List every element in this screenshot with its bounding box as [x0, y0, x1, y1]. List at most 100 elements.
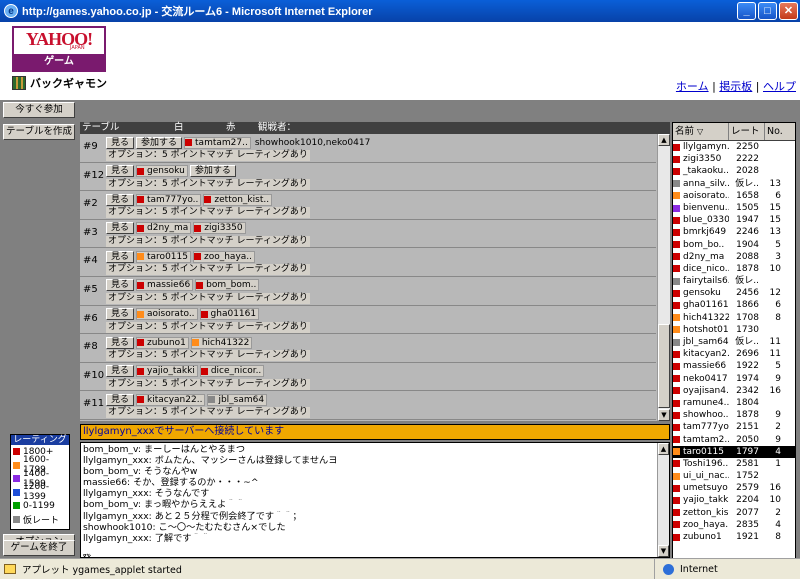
- white-player-slot[interactable]: zubuno1: [136, 336, 189, 349]
- maximize-icon[interactable]: □: [758, 2, 777, 20]
- white-player-slot[interactable]: massie66: [136, 279, 194, 292]
- player-table-no: [765, 153, 781, 165]
- red-player-slot[interactable]: zigi3350: [193, 222, 246, 235]
- quit-game-button[interactable]: ゲームを終了: [3, 540, 75, 556]
- watch-button[interactable]: 見る: [106, 308, 135, 321]
- player-row[interactable]: yajio_takki 2204 10: [673, 494, 795, 506]
- player-row[interactable]: Toshi196.. 2581 1: [673, 458, 795, 470]
- watch-button[interactable]: 見る: [106, 222, 135, 235]
- rating-swatch-icon: [137, 224, 145, 232]
- link-board[interactable]: 掲示板: [719, 80, 752, 93]
- player-row[interactable]: jbl_sam64 仮レ.. 11: [673, 336, 795, 348]
- watch-button[interactable]: 見る: [106, 250, 135, 263]
- red-player-slot[interactable]: bom_bom..: [195, 279, 260, 292]
- player-row[interactable]: massie66 1922 5: [673, 360, 795, 372]
- chat-scrollbar[interactable]: ▲ ▼: [657, 443, 669, 557]
- white-player-slot[interactable]: gensoku: [136, 165, 188, 178]
- yahoo-logo[interactable]: YAHOO! JAPAN ゲーム: [12, 26, 106, 72]
- rating-swatch-icon: [673, 338, 680, 346]
- white-player-slot[interactable]: d2ny_ma: [136, 222, 192, 235]
- watch-button[interactable]: 見る: [106, 393, 135, 406]
- player-name: zetton_kist..: [214, 194, 270, 205]
- player-row[interactable]: dice_nico.. 1878 10: [673, 263, 795, 275]
- player-row[interactable]: ui_ui_nac.. 1752: [673, 470, 795, 482]
- player-row[interactable]: hich41322 1708 8: [673, 312, 795, 324]
- join-now-button[interactable]: 今すぐ参加: [3, 102, 75, 118]
- white-player-slot[interactable]: aoisorato..: [136, 308, 198, 321]
- watch-button[interactable]: 見る: [106, 136, 135, 149]
- watch-button[interactable]: 見る: [106, 365, 135, 378]
- player-row[interactable]: taro0115 1797 4: [673, 445, 795, 458]
- player-row[interactable]: bmrkj649 2246 13: [673, 226, 795, 238]
- player-row[interactable]: aoisorato.. 1658 6: [673, 190, 795, 202]
- watch-button[interactable]: 見る: [106, 279, 135, 292]
- scroll-up-icon[interactable]: ▲: [658, 134, 670, 146]
- player-row[interactable]: showhoo.. 1878 9: [673, 409, 795, 421]
- link-home[interactable]: ホーム: [676, 80, 709, 93]
- close-icon[interactable]: ✕: [779, 2, 798, 20]
- player-row[interactable]: zetton_kis.. 2077 2: [673, 507, 795, 519]
- red-player-slot[interactable]: hich41322: [190, 336, 253, 349]
- col-rating[interactable]: レート: [729, 123, 765, 140]
- player-rating: 1878: [736, 410, 759, 421]
- table-row: #6 見る aoisorato.. gha01161 オプション：5 ポイントマッチ レ…: [80, 306, 656, 335]
- player-row[interactable]: hotshot01.. 1730: [673, 324, 795, 336]
- player-row[interactable]: ramune4.. 1804: [673, 397, 795, 409]
- col-name[interactable]: 名前 ▽: [673, 123, 729, 140]
- player-row[interactable]: fairytails6.. 仮レ..: [673, 275, 795, 287]
- white-player-slot[interactable]: yajio_takki: [136, 365, 198, 378]
- player-row[interactable]: d2ny_ma 2088 3: [673, 251, 795, 263]
- chat-line: llylgamyn_xxx: 了解です＾＾: [83, 532, 210, 544]
- watch-button[interactable]: 見る: [106, 165, 135, 178]
- player-row[interactable]: blue_0330 1947 15: [673, 214, 795, 226]
- player-row[interactable]: bom_bo.. 1904 5: [673, 239, 795, 251]
- player-row[interactable]: tam777yo.. 2151 2: [673, 421, 795, 433]
- rating-legend: レーティング 1800+ 1600-1799 1400-1599 1200-1399 0…: [10, 434, 70, 530]
- link-help[interactable]: ヘルプ: [763, 80, 796, 93]
- player-name: zigi3350: [683, 154, 722, 165]
- chat-line: llylgamyn_xxx: ボムたん、マッシーさんは登録してませんヨ: [83, 455, 338, 467]
- table-scrollbar[interactable]: ▲ ▼: [657, 134, 670, 421]
- rating-swatch-icon: [13, 461, 20, 469]
- player-row[interactable]: zigi3350 2222: [673, 153, 795, 165]
- red-player-slot[interactable]: zetton_kist..: [203, 193, 273, 206]
- white-player-slot[interactable]: taro0115: [136, 250, 191, 263]
- ie-icon: e: [4, 4, 18, 18]
- player-row[interactable]: zubuno1 1921 8: [673, 531, 795, 543]
- player-row[interactable]: gha01161 1866 6: [673, 299, 795, 311]
- player-row[interactable]: oyajisan4.. 2342 16: [673, 385, 795, 397]
- player-row[interactable]: tamtam2.. 2050 9: [673, 434, 795, 446]
- player-table-no: 9: [775, 434, 781, 445]
- legend-label: 1200-1399: [23, 482, 50, 503]
- white-player-slot[interactable]: tam777yo..: [136, 193, 202, 206]
- player-row[interactable]: kitacyan2.. 2696 11: [673, 348, 795, 360]
- red-player-slot[interactable]: zoo_haya..: [192, 250, 256, 263]
- player-row[interactable]: gensoku 2456 12: [673, 287, 795, 299]
- red-player-slot[interactable]: jbl_sam64: [207, 393, 268, 406]
- join-white-button[interactable]: 参加する: [136, 136, 183, 149]
- red-player-slot[interactable]: dice_nicor..: [199, 365, 265, 378]
- watch-button[interactable]: 見る: [106, 193, 135, 206]
- watch-button[interactable]: 見る: [106, 336, 135, 349]
- join-red-button[interactable]: 参加する: [189, 165, 236, 178]
- player-row[interactable]: bienvenu.. 1505 15: [673, 202, 795, 214]
- player-row[interactable]: umetsuyo 2579 16: [673, 482, 795, 494]
- chat-line: massie66: そか、登録するのか・・・~^: [83, 477, 259, 489]
- player-row[interactable]: neko0417 1974 9: [673, 373, 795, 385]
- col-table-no[interactable]: No.: [765, 123, 785, 140]
- scroll-down-icon[interactable]: ▼: [658, 545, 669, 557]
- scroll-down-icon[interactable]: ▼: [658, 409, 670, 421]
- minimize-icon[interactable]: _: [737, 2, 756, 20]
- create-table-button[interactable]: テーブルを作成: [3, 124, 75, 140]
- player-row[interactable]: anna_silv.. 仮レ.. 13: [673, 178, 795, 190]
- scroll-thumb[interactable]: [658, 324, 670, 408]
- white-player-slot[interactable]: kitacyan22..: [136, 393, 206, 406]
- red-player-slot[interactable]: tamtam27..: [184, 136, 251, 149]
- player-name: jbl_sam64: [683, 337, 729, 347]
- player-row[interactable]: llylgamyn.. 2250: [673, 141, 795, 153]
- logo-text: YAHOO!: [25, 29, 93, 49]
- scroll-up-icon[interactable]: ▲: [658, 443, 669, 455]
- player-row[interactable]: zoo_haya.. 2835 4: [673, 519, 795, 531]
- player-row[interactable]: _takaoku.. 2028: [673, 165, 795, 177]
- red-player-slot[interactable]: gha01161: [199, 308, 260, 321]
